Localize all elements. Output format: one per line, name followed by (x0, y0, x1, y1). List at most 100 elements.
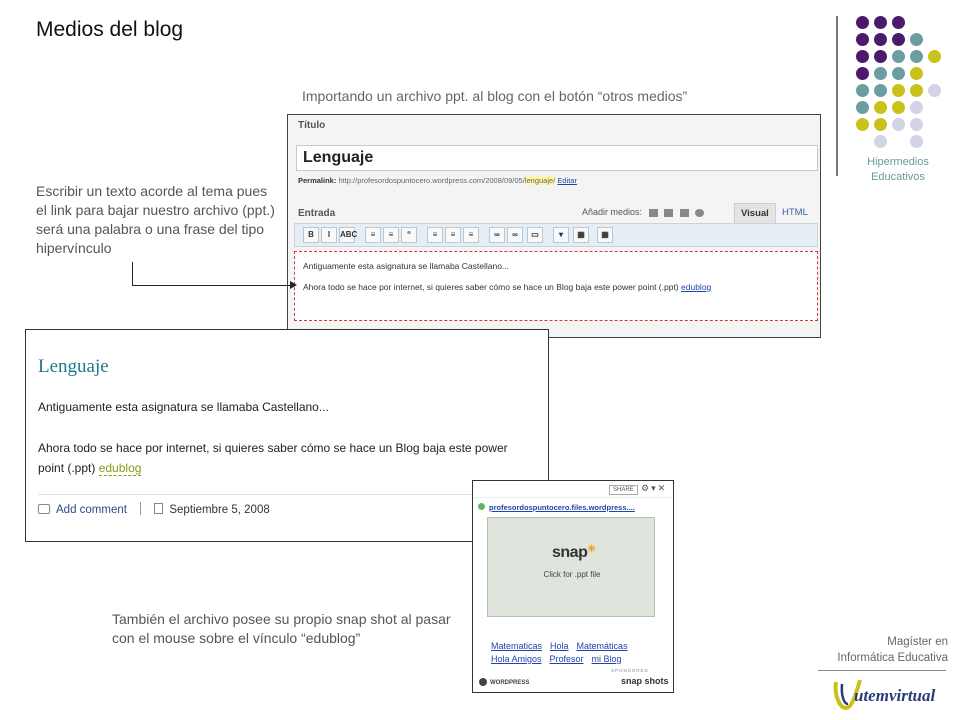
brand-name: Hipermedios Educativos (858, 155, 938, 185)
comment-icon (38, 504, 50, 514)
brand-dot (910, 50, 923, 63)
add-video-icon[interactable] (664, 208, 674, 217)
brand-dot (874, 84, 887, 97)
brand-name-line1: Hipermedios (867, 156, 929, 168)
brand-dot (910, 101, 923, 114)
formatting-toolbar: B I ABC ≡ ≡ “≡ ≡ ≡ ∞ ∞ ▭ ▾ ▦ ▦ (294, 223, 818, 247)
page-icon (154, 503, 164, 514)
entry-label: Entrada (298, 208, 336, 219)
brand-dot (910, 135, 923, 148)
toolbar-button[interactable]: I (321, 227, 337, 243)
sponsored-link[interactable]: Profesor (550, 654, 584, 664)
brand-dot (892, 16, 905, 29)
permalink-slug[interactable]: lenguaje/ (524, 176, 556, 185)
footer-rule (818, 670, 946, 671)
brand-dot (874, 50, 887, 63)
brand-dot (892, 33, 905, 46)
brand-dot (856, 84, 869, 97)
brand-dot (874, 16, 887, 29)
sponsored-link[interactable]: Matemáticas (577, 641, 628, 651)
snap-top-bar: SHARE ⚙▾✕ (473, 481, 673, 498)
toolbar-button[interactable]: ≡ (463, 227, 479, 243)
brand-dot (892, 101, 905, 114)
toolbar-button[interactable]: ▾ (553, 227, 569, 243)
add-image-icon[interactable] (648, 208, 658, 217)
toolbar-button[interactable]: “ (401, 227, 417, 243)
post-divider (38, 494, 538, 495)
brand-dot (928, 50, 941, 63)
permalink-url: http://profesordospuntocero.wordpress.co… (338, 176, 525, 185)
title-input[interactable]: Lenguaje (296, 145, 818, 171)
toolbar-button[interactable]: ▦ (573, 227, 589, 243)
add-other-media-icon[interactable] (695, 208, 705, 217)
caption-import-media: Importando un archivo ppt. al blog con e… (302, 88, 688, 104)
snap-sponsored-links: Matematicas Hola Matemáticas Hola Amigos Pro… (491, 640, 661, 666)
permalink-label: Permalink: (298, 176, 337, 185)
brand-dot (892, 84, 905, 97)
snap-logo: snap✳ (552, 544, 596, 561)
sponsored-link[interactable]: mi Blog (592, 654, 622, 664)
wordpress-icon (479, 678, 487, 686)
utemvirtual-logo: utemvirtual (832, 674, 948, 714)
snap-shots-brand[interactable]: snap shots (621, 676, 669, 686)
brand-divider (836, 16, 838, 176)
toolbar-button[interactable]: ∞ (489, 227, 505, 243)
snap-share-button[interactable]: SHARE (609, 485, 638, 495)
brand-dot (874, 118, 887, 131)
program-line1: Magíster en (887, 636, 948, 648)
program-name: Magíster en Informática Educativa (816, 634, 948, 666)
brand-dot (874, 101, 887, 114)
brand-dot (910, 84, 923, 97)
brand-dot (892, 67, 905, 80)
toolbar-button[interactable]: ≡ (427, 227, 443, 243)
snap-controls-icon[interactable]: ⚙▾✕ (641, 483, 667, 494)
wordpress-badge[interactable]: WORDPRESS (479, 678, 529, 686)
brand-dot (856, 16, 869, 29)
post-editor-screenshot: Título Lenguaje Permalink: http://profes… (287, 114, 821, 338)
brand-dot (892, 118, 905, 131)
editor-edublog-link[interactable]: edublog (681, 282, 711, 292)
snap-url-link[interactable]: profesordospuntocero.files.wordpress.... (489, 503, 635, 512)
meta-separator (140, 502, 142, 515)
sponsored-link[interactable]: Hola (550, 641, 569, 651)
sponsored-link[interactable]: Matematicas (491, 641, 542, 651)
published-post-screenshot: Lenguaje Antiguamente esta asignatura se… (25, 329, 549, 542)
add-media-bar: Añadir medios: (582, 207, 705, 217)
toolbar-button[interactable]: ≡ (445, 227, 461, 243)
toolbar-button[interactable]: ▦ (597, 227, 613, 243)
brand-dot (892, 50, 905, 63)
brand-dot (856, 50, 869, 63)
add-media-label: Añadir medios: (582, 207, 643, 217)
brand-dot (910, 33, 923, 46)
toolbar-button[interactable]: ▭ (527, 227, 543, 243)
toolbar-button[interactable]: ∞ (507, 227, 523, 243)
add-comment-link[interactable]: Add comment (56, 504, 127, 516)
arrow-connector-vertical (132, 262, 133, 286)
add-audio-icon[interactable] (679, 208, 689, 217)
toolbar-button[interactable]: ≡ (365, 227, 381, 243)
post-edublog-link[interactable]: edublog (98, 461, 142, 476)
arrow-head-icon (290, 281, 297, 289)
snap-sponsored-label: SPONSORED (611, 668, 649, 673)
brand-dot (856, 33, 869, 46)
brand-dot (910, 67, 923, 80)
brand-dot (856, 67, 869, 80)
toolbar-button[interactable]: ≡ (383, 227, 399, 243)
editor-body[interactable]: Antiguamente esta asignatura se llamaba … (294, 251, 818, 321)
snap-preview-panel[interactable]: snap✳ Click for .ppt file (487, 517, 655, 617)
program-line2: Informática Educativa (837, 652, 948, 664)
tab-html[interactable]: HTML (776, 203, 814, 223)
post-title[interactable]: Lenguaje (38, 356, 109, 378)
sponsored-link[interactable]: Hola Amigos (491, 654, 542, 664)
editor-body-line2: Ahora todo se hace por internet, si quie… (303, 282, 712, 292)
tab-visual[interactable]: Visual (734, 203, 776, 223)
brand-dot (874, 33, 887, 46)
utemvirtual-wordmark: utemvirtual (854, 686, 936, 705)
toolbar-button[interactable]: ABC (339, 227, 357, 243)
title-label: Título (298, 120, 326, 131)
snap-shots-popup: SHARE ⚙▾✕ profesordospuntocero.files.wor… (472, 480, 674, 693)
permalink-edit-link[interactable]: Editar (557, 176, 577, 185)
post-paragraph-2: Ahora todo se hace por internet, si quie… (38, 441, 508, 476)
brand-dot (874, 135, 887, 148)
toolbar-button[interactable]: B (303, 227, 319, 243)
